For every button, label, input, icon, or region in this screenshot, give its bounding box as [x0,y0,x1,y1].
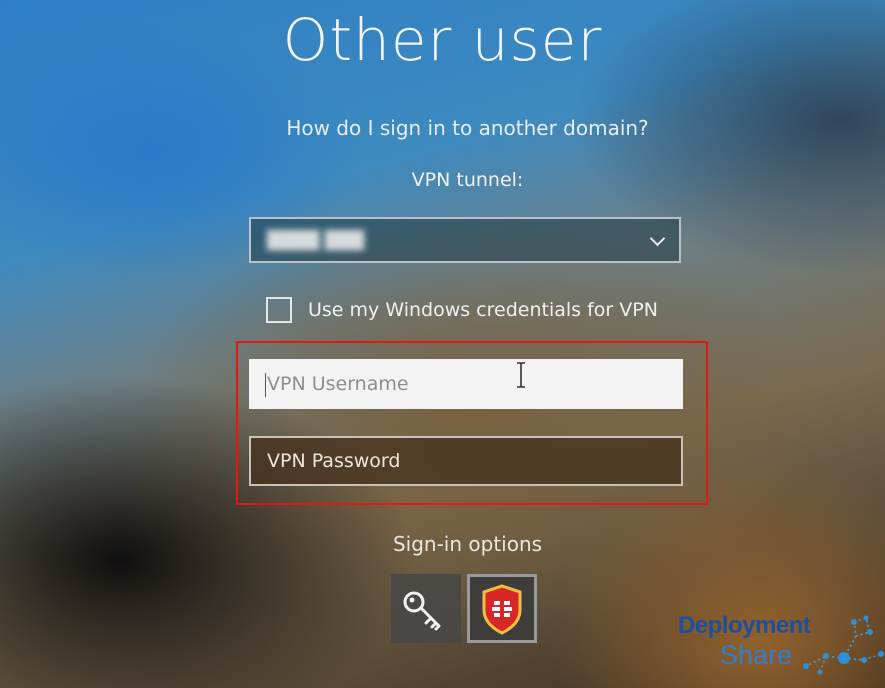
watermark-line2: Share [720,640,793,670]
vpn-password-input[interactable] [249,436,683,486]
text-caret [265,373,266,397]
ibeam-cursor-icon [517,362,525,388]
signin-option-key[interactable] [391,574,461,643]
deploymentshare-watermark: Deployment Share [676,610,885,688]
windows-credentials-checkbox[interactable] [266,297,292,323]
vpn-tunnel-label: VPN tunnel: [411,169,524,191]
network-nodes-icon [803,615,884,675]
fortinet-shield-icon [482,584,522,635]
signin-option-fortinet[interactable] [467,574,537,643]
signin-options-label: Sign-in options [392,532,543,556]
page-title: Other user [282,6,603,74]
vpn-tunnel-dropdown[interactable]: ████ ███ [249,217,681,263]
vpn-tunnel-selected-value: ████ ███ [267,231,364,251]
vpn-username-input[interactable] [249,359,683,409]
chevron-down-icon [649,230,666,247]
other-domain-link[interactable]: How do I sign in to another domain? [0,116,885,140]
key-icon [403,591,441,631]
windows-credentials-label: Use my Windows credentials for VPN [308,299,658,321]
